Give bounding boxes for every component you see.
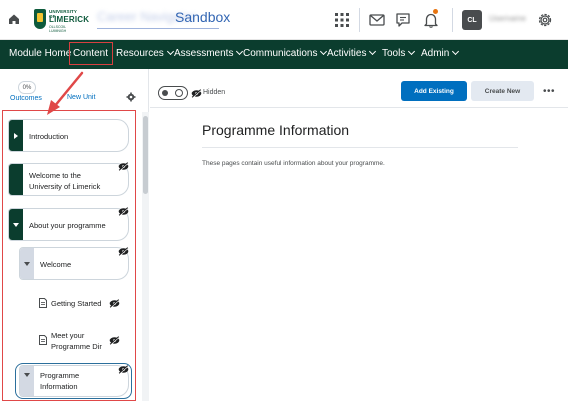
avatar[interactable]: CL — [462, 10, 482, 30]
gear-icon[interactable] — [126, 92, 136, 102]
logo-line3: OLLSCOIL LUIMNIGH — [49, 25, 67, 33]
topbar-separator — [359, 8, 360, 32]
chat-icon[interactable] — [394, 11, 412, 29]
topbar-separator — [452, 8, 453, 32]
nav-label: Activities — [327, 48, 367, 59]
mail-icon[interactable] — [368, 11, 386, 29]
visibility-toggle[interactable] — [158, 86, 188, 100]
selected-item-outline — [15, 363, 132, 399]
university-logo[interactable]: UNIVERSITY OF LIMERICK OLLSCOIL LUIMNIGH — [34, 8, 89, 33]
content-highlight-box — [69, 42, 113, 65]
nav-assessments[interactable]: Assessments — [174, 47, 244, 59]
hidden-eye-icon — [191, 89, 202, 98]
nav-tools[interactable]: Tools — [382, 47, 416, 59]
app-root: UNIVERSITY OF LIMERICK OLLSCOIL LUIMNIGH… — [0, 0, 568, 401]
org-title[interactable]: Sandbox — [175, 9, 230, 25]
add-existing-button[interactable]: Add Existing — [401, 81, 467, 101]
toggle-knob — [162, 90, 168, 96]
nav-admin[interactable]: Admin — [421, 47, 460, 59]
page-description: These pages contain useful information a… — [202, 160, 385, 167]
visibility-status-label: Hidden — [203, 89, 226, 96]
nav-module-home[interactable]: Module Home — [9, 48, 71, 59]
annotation-arrow-icon — [47, 71, 84, 115]
nav-label: Admin — [421, 48, 450, 59]
top-bar: UNIVERSITY OF LIMERICK OLLSCOIL LUIMNIGH… — [0, 0, 568, 40]
nav-activities[interactable]: Activities — [327, 47, 377, 59]
toc-scrollbar-thumb[interactable] — [143, 116, 148, 194]
waffle-grid-icon[interactable] — [333, 11, 351, 29]
nav-label: Assessments — [174, 48, 234, 59]
nav-communications[interactable]: Communications — [243, 47, 328, 59]
org-underline — [97, 28, 219, 29]
chevron-down-icon — [452, 47, 460, 56]
nav-label: Module Home — [9, 48, 72, 59]
more-options-button[interactable]: ••• — [543, 86, 555, 97]
chevron-down-icon — [166, 47, 174, 56]
title-divider — [202, 147, 518, 148]
gear-icon[interactable] — [536, 11, 554, 29]
toolbar-divider — [150, 107, 568, 108]
nav-label: Tools — [382, 48, 406, 59]
home-icon[interactable] — [7, 12, 21, 26]
toggle-ring — [175, 89, 183, 97]
create-new-button[interactable]: Create New — [471, 81, 534, 101]
page-title: Programme Information — [202, 122, 350, 138]
chevron-down-icon — [408, 47, 416, 56]
notification-dot — [433, 9, 438, 14]
nav-label: Resources — [116, 48, 164, 59]
username-blurred[interactable]: Username — [489, 14, 526, 23]
crest-icon — [34, 9, 46, 29]
nav-resources[interactable]: Resources — [116, 47, 174, 59]
nav-label: Communications — [243, 48, 318, 59]
logo-line2: LIMERICK — [49, 15, 90, 24]
org-name-blurred[interactable]: Career Navigator — [97, 9, 196, 27]
bell-icon[interactable] — [422, 11, 440, 29]
toc-highlight-outline — [2, 110, 136, 401]
chevron-down-icon — [369, 47, 377, 56]
